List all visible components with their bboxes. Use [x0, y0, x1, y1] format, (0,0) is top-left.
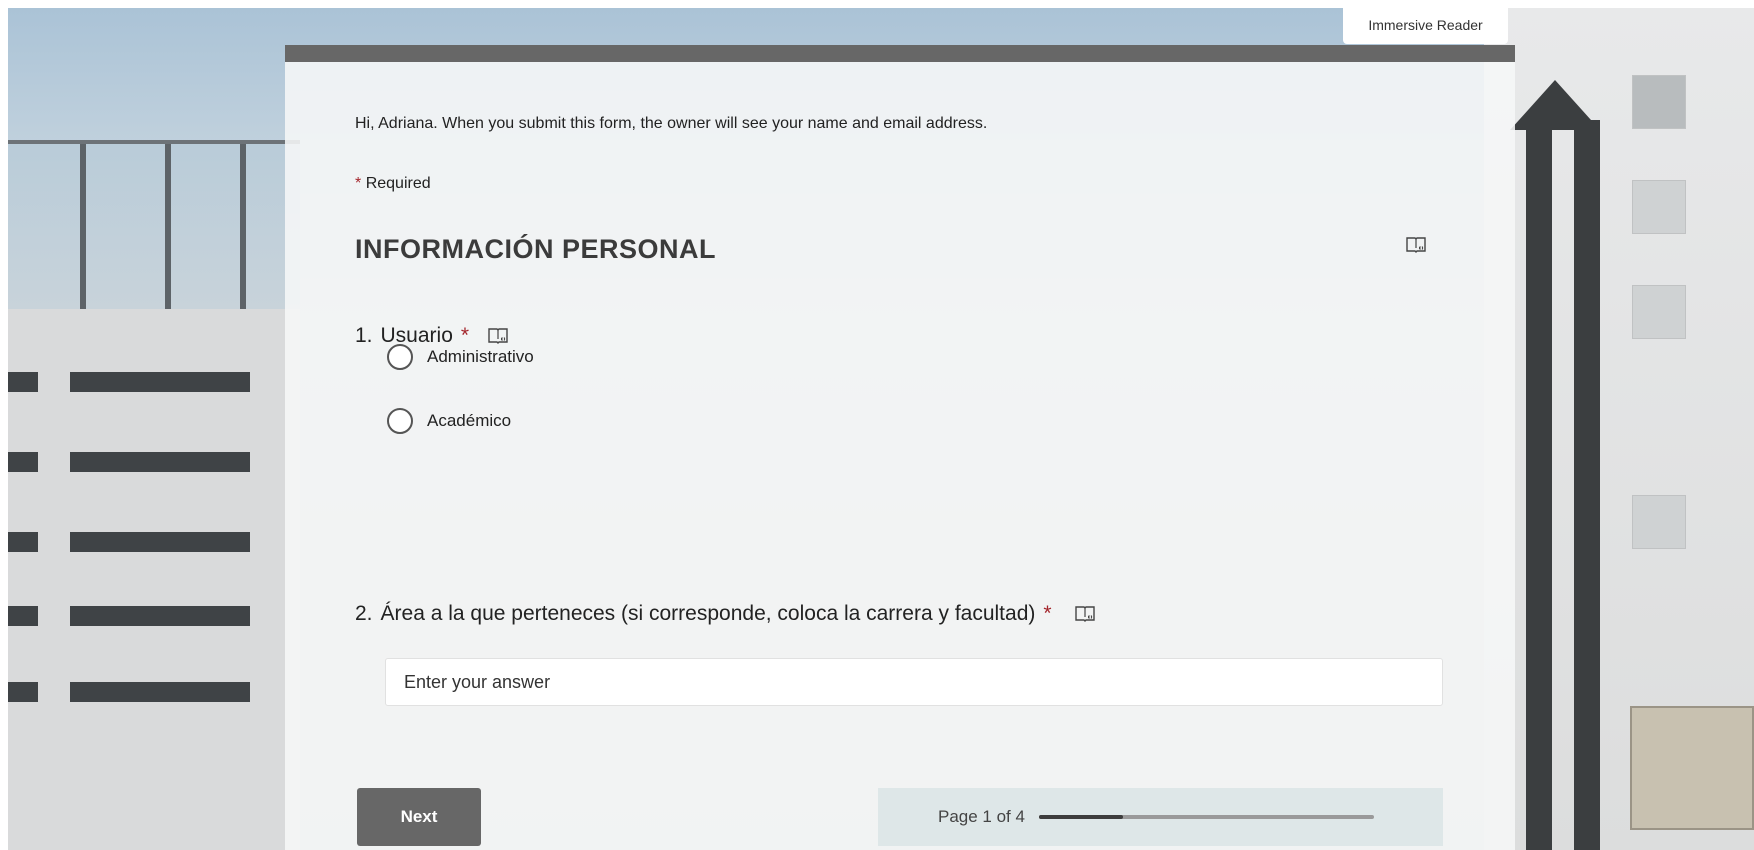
progress-track — [1038, 815, 1374, 819]
section-title: INFORMACIÓN PERSONAL — [355, 234, 716, 264]
required-star: * — [355, 175, 362, 192]
question-label: Área a la que perteneces (si corresponde… — [380, 602, 1036, 625]
option-label: Administrativo — [427, 347, 534, 366]
question-2-title: 2. Área a la que perteneces (si correspo… — [355, 602, 1096, 626]
radio-button[interactable] — [387, 408, 413, 434]
required-star: * — [1043, 602, 1052, 625]
question-number: 1. — [355, 324, 373, 347]
immersive-reader-icon[interactable] — [1405, 234, 1427, 256]
viewport-left-edge — [0, 0, 8, 850]
required-label: Required — [365, 175, 431, 192]
next-button[interactable]: Next — [357, 788, 481, 846]
immersive-reader-button[interactable]: Immersive Reader — [1343, 6, 1508, 44]
radio-button[interactable] — [387, 344, 413, 370]
immersive-reader-label: Immersive Reader — [1368, 17, 1483, 33]
progress-indicator: Page 1 of 4 — [878, 788, 1443, 846]
question-number: 2. — [355, 602, 373, 625]
required-legend: * Required — [355, 175, 431, 193]
immersive-reader-icon[interactable] — [1074, 603, 1096, 625]
form-card: Hi, Adriana. When you submit this form, … — [285, 45, 1515, 850]
identity-notice: Hi, Adriana. When you submit this form, … — [355, 115, 988, 132]
option-label: Académico — [427, 411, 512, 430]
radio-option-administrativo[interactable]: Administrativo — [387, 344, 534, 370]
area-answer-input[interactable] — [385, 658, 1443, 706]
radio-option-academico[interactable]: Académico — [387, 408, 511, 434]
progress-fill — [1038, 815, 1123, 819]
page-indicator-label: Page 1 of 4 — [938, 807, 1025, 826]
